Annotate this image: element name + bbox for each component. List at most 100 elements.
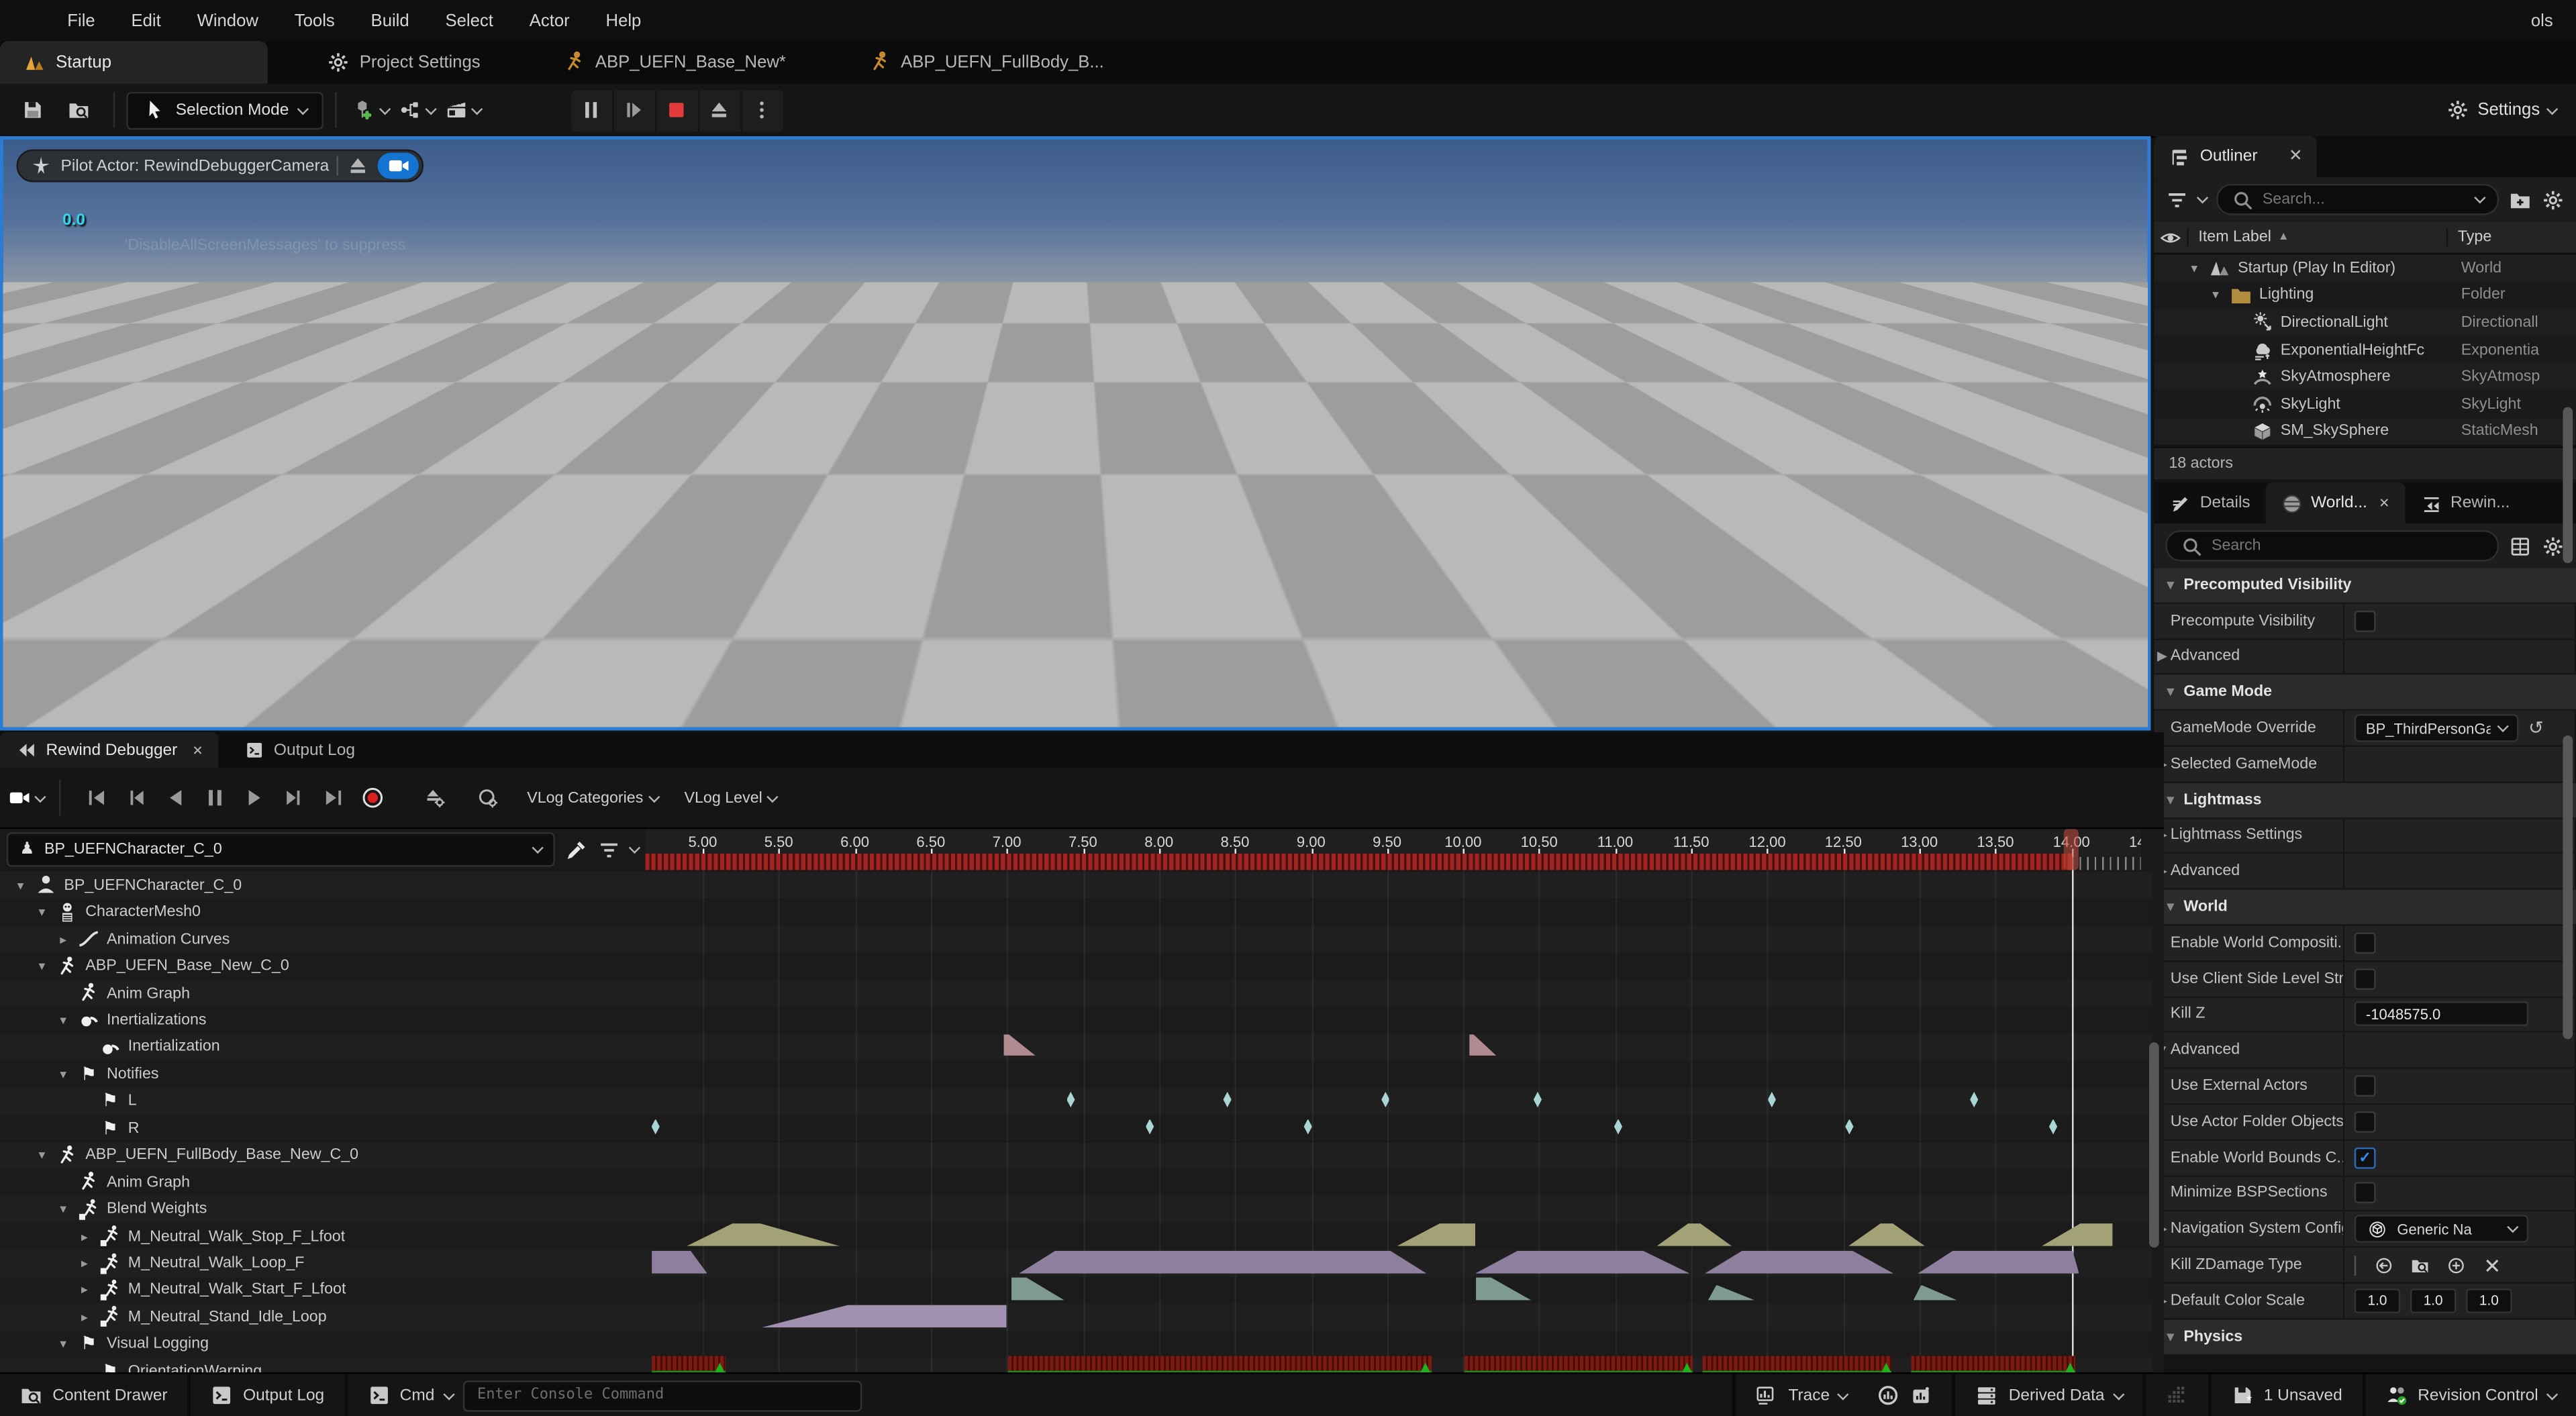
stop-piloting-icon[interactable] — [347, 154, 370, 177]
expander-open[interactable]: ▾ — [56, 1202, 70, 1217]
expander-open[interactable]: ▾ — [34, 1148, 49, 1162]
checkbox[interactable] — [2355, 1111, 2376, 1133]
console-command-input[interactable]: Enter Console Command — [462, 1380, 861, 1411]
tree-row-m-neutral-walk-start-f-lfoot[interactable]: ▸M_Neutral_Walk_Start_F_Lfoot — [0, 1276, 645, 1303]
expander-closed[interactable]: ▸ — [56, 931, 70, 946]
filter-icon[interactable] — [597, 838, 620, 861]
skip-to-end-button[interactable] — [315, 780, 352, 816]
tree-row-bp-uefncharacter-c-0[interactable]: ▾BP_UEFNCharacter_C_0 — [0, 872, 645, 899]
display-options-icon[interactable] — [2509, 534, 2532, 557]
tree-row-l[interactable]: ⚑L — [0, 1088, 645, 1115]
expander-open[interactable]: ▾ — [2187, 260, 2201, 275]
snapshot-icon[interactable] — [1910, 1384, 1933, 1407]
tree-row-inertializations[interactable]: ▾Inertializations — [0, 1007, 645, 1033]
pause-button[interactable] — [197, 780, 234, 816]
unsaved-button[interactable]: * 1 Unsaved — [2208, 1374, 2362, 1416]
column-item-label[interactable]: Item Label▲ — [2187, 228, 2446, 246]
editor-mode-dropdown[interactable]: Selection Mode — [126, 91, 323, 129]
vector-component-input[interactable]: 1.0 — [2355, 1288, 2400, 1313]
expander-closed[interactable]: ▸ — [77, 1229, 92, 1244]
checkbox[interactable] — [2355, 932, 2376, 954]
add-asset-icon[interactable] — [2446, 1255, 2466, 1274]
pilot-actor-pill[interactable]: Pilot Actor: RewindDebuggerCamera — [16, 150, 424, 183]
gear-icon[interactable] — [2542, 188, 2565, 211]
column-type[interactable]: Type — [2446, 228, 2576, 246]
checkbox[interactable] — [2355, 968, 2376, 989]
outliner-search-input[interactable]: Search... — [2216, 184, 2499, 215]
step-back-button[interactable] — [118, 780, 154, 816]
checkbox[interactable] — [2355, 1075, 2376, 1097]
menu-tools[interactable]: Tools — [277, 11, 353, 30]
play-button[interactable] — [236, 780, 273, 816]
tree-row-abp-uefn-fullbody-base-new-c-0[interactable]: ▾ABP_UEFN_FullBody_Base_New_C_0 — [0, 1142, 645, 1168]
level-viewport[interactable]: Pilot Actor: RewindDebuggerCamera 0.0 'D… — [0, 136, 2150, 731]
dropdown[interactable]: BP_ThirdPersonGa — [2355, 714, 2519, 742]
gear-icon[interactable] — [2542, 534, 2565, 557]
play-reverse-button[interactable] — [158, 780, 194, 816]
use-selected-asset-icon[interactable] — [2374, 1255, 2393, 1274]
expander-closed[interactable]: ▸ — [77, 1283, 92, 1298]
expander-open[interactable]: ▾ — [56, 1337, 70, 1352]
timeline-ruler[interactable]: 5.005.506.006.507.007.508.008.509.009.50… — [645, 829, 2140, 870]
pause-button[interactable] — [571, 89, 614, 130]
outliner-row[interactable]: SkyAtmosphereSkyAtmosp — [2154, 364, 2576, 391]
asset-tab-2[interactable]: Project Settings — [304, 41, 503, 84]
tree-row-charactermesh0[interactable]: ▾CharacterMesh0 — [0, 899, 645, 925]
trace-dropdown[interactable]: Trace — [1732, 1374, 1952, 1416]
output-log-button[interactable]: Output Log — [191, 1374, 348, 1416]
tree-row-anim-graph[interactable]: Anim Graph — [0, 1169, 645, 1196]
menu-actor[interactable]: Actor — [511, 11, 588, 30]
camera-view-toggle[interactable] — [379, 152, 419, 179]
visibility-column-icon[interactable] — [2154, 225, 2187, 248]
menu-edit[interactable]: Edit — [113, 11, 179, 30]
dropdown[interactable]: Generic Na — [2355, 1215, 2528, 1244]
browse-asset-icon[interactable] — [2410, 1255, 2430, 1274]
expander-closed[interactable]: ▸ — [77, 1310, 92, 1325]
tree-row-m-neutral-stand-idle-loop[interactable]: ▸M_Neutral_Stand_Idle_Loop — [0, 1304, 645, 1331]
tab-details[interactable]: Details — [2154, 483, 2265, 523]
tree-row-r[interactable]: ⚑R — [0, 1115, 645, 1142]
tree-row-orientationwarping[interactable]: ⚑OrientationWarping — [0, 1358, 645, 1372]
eject-button[interactable] — [699, 89, 742, 130]
tab-outliner[interactable]: Outliner ✕ — [2154, 136, 2317, 177]
derived-data-dropdown[interactable]: Derived Data — [1953, 1374, 2142, 1416]
details-scrollbar[interactable] — [2563, 736, 2573, 1040]
details-section-world[interactable]: ▼World — [2154, 890, 2576, 925]
expander-closed[interactable]: ▶ — [2154, 649, 2170, 664]
tree-row-notifies[interactable]: ▾⚑Notifies — [0, 1061, 645, 1088]
settings-button[interactable]: Settings — [2446, 99, 2557, 121]
menu-window[interactable]: Window — [179, 11, 277, 30]
reset-to-default-icon[interactable]: ↺ — [2528, 717, 2544, 739]
debug-target-dropdown[interactable]: ♟ BP_UEFNCharacter_C_0 — [7, 832, 555, 866]
tab-rewin[interactable]: Rewin... — [2405, 483, 2525, 523]
expander-open[interactable]: ▾ — [2208, 288, 2223, 303]
vector-component-input[interactable]: 1.0 — [2466, 1288, 2512, 1313]
close-icon[interactable]: ✕ — [2379, 496, 2389, 511]
vlog-categories-dropdown[interactable]: VLog Categories — [527, 789, 658, 807]
tree-row-visual-logging[interactable]: ▾⚑Visual Logging — [0, 1331, 645, 1358]
details-section-lightmass[interactable]: ▼Lightmass — [2154, 782, 2576, 818]
details-section-game-mode[interactable]: ▼Game Mode — [2154, 675, 2576, 711]
blueprints-button[interactable] — [397, 91, 437, 130]
outliner-row[interactable]: DirectionalLightDirectionall — [2154, 309, 2576, 336]
content-drawer-button[interactable]: Content Drawer — [0, 1374, 191, 1416]
tree-row-abp-uefn-base-new-c-0[interactable]: ▾ABP_UEFN_Base_New_C_0 — [0, 953, 645, 980]
add-folder-icon[interactable] — [2509, 188, 2532, 211]
step-forward-button[interactable] — [276, 780, 312, 816]
tree-row-anim-graph[interactable]: Anim Graph — [0, 980, 645, 1007]
outliner-row[interactable]: SkyLightSkyLight — [2154, 391, 2576, 418]
outliner-row[interactable]: SM_SkySphereStaticMesh — [2154, 418, 2576, 446]
cinematics-button[interactable] — [443, 91, 483, 130]
checkbox-checked[interactable]: ✓ — [2355, 1147, 2376, 1168]
tree-row-m-neutral-walk-loop-f[interactable]: ▸M_Neutral_Walk_Loop_F — [0, 1250, 645, 1276]
outliner-scrollbar[interactable] — [2563, 407, 2573, 563]
details-search-input[interactable]: Search — [2165, 530, 2499, 561]
frame-skip-button[interactable] — [614, 89, 657, 130]
clear-asset-icon[interactable] — [2483, 1255, 2502, 1274]
camera-mode-button[interactable] — [0, 787, 52, 809]
asset-tab-1[interactable]: Startup — [0, 41, 268, 84]
insights-icon[interactable] — [1877, 1384, 1900, 1407]
expander-open[interactable]: ▾ — [34, 905, 49, 919]
asset-tab-4[interactable]: ABP_UEFN_FullBody_B... — [845, 41, 1127, 84]
bottom-tab-rewind-debugger[interactable]: Rewind Debugger✕ — [0, 732, 218, 768]
